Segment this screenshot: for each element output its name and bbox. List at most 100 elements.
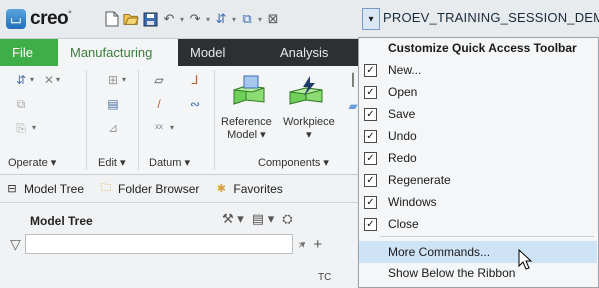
show-icon[interactable]: ▤ ▾ xyxy=(252,211,274,227)
dropdown-arrow-icon[interactable]: ▾ xyxy=(30,75,34,84)
search-input[interactable] xyxy=(24,234,293,254)
csys-icon[interactable]: ⅃ xyxy=(186,72,204,88)
menu-item-redo[interactable]: ✓ Redo xyxy=(359,147,597,169)
group-datum[interactable]: Datum ▾ xyxy=(149,156,190,169)
ribbon-tab-bar: File Manufacturing Model Analysis xyxy=(0,39,360,66)
clear-icon[interactable]: × xyxy=(298,238,305,252)
reference-model-icon[interactable] xyxy=(230,74,270,110)
model-tree-title: Model Tree xyxy=(30,214,93,228)
point-icon[interactable]: ˣˣ xyxy=(150,120,168,136)
tab-folder-browser[interactable]: 🗀 Folder Browser xyxy=(98,182,200,196)
checkbox[interactable]: ✓ xyxy=(364,129,377,143)
edit-definition-icon[interactable]: ▤ xyxy=(104,96,122,112)
menu-item-show-below-ribbon[interactable]: Show Below the Ribbon xyxy=(359,262,597,284)
regenerate-dropdown-icon[interactable]: ▾ xyxy=(232,15,236,24)
undo-icon[interactable]: ↶ xyxy=(161,11,177,27)
axis-icon[interactable]: / xyxy=(150,96,168,112)
filter-row: ▽ ▾ + xyxy=(10,234,322,254)
menu-item-label: Undo xyxy=(388,129,417,143)
checkbox[interactable]: ✓ xyxy=(364,173,377,187)
checkbox[interactable]: ✓ xyxy=(364,151,377,165)
menu-item-undo[interactable]: ✓ Undo xyxy=(359,125,597,147)
filter-icon: ▽ xyxy=(10,235,21,252)
copy-icon[interactable]: ⧉ xyxy=(12,96,30,112)
menu-item-label: Show Below the Ribbon xyxy=(388,266,516,280)
regenerate-icon[interactable]: ⇵ xyxy=(12,72,30,88)
model-tree-icon: ⊟ xyxy=(7,183,17,195)
ribbon-panel: ⇵ ▾ ✕ ▾ ⧉ ⎘ ▾ Operate ▾ ⊞ ▾ ▤ ⊿ Edit ▾ ▱… xyxy=(0,66,360,175)
new-icon[interactable] xyxy=(104,11,120,27)
tab-analysis[interactable]: Analysis xyxy=(268,39,340,66)
windows-dropdown-icon[interactable]: ▾ xyxy=(258,15,262,24)
model-tree-toolbar: ⚒ ▾ ▤ ▾ ⛭ xyxy=(222,211,293,227)
creo-logo-icon: ⌴ xyxy=(6,9,26,29)
column-header: TC xyxy=(318,272,332,283)
customize-qat-button[interactable]: ▾ xyxy=(362,8,380,30)
menu-item-label: New... xyxy=(388,63,422,77)
group-components[interactable]: Components ▾ xyxy=(258,156,329,169)
open-icon[interactable] xyxy=(123,11,139,27)
menu-item-label: Save xyxy=(388,107,416,121)
sketch-icon[interactable]: ∾ xyxy=(186,96,204,112)
tab-model[interactable]: Model xyxy=(178,39,268,66)
chevron-down-icon: ▾ xyxy=(368,13,374,25)
tab-model-tree[interactable]: ⊟ Model Tree xyxy=(4,182,84,196)
menu-item-save[interactable]: ✓ Save xyxy=(359,103,597,125)
workpiece-button[interactable]: Workpiece ▾ xyxy=(283,116,335,141)
pattern-icon[interactable]: ⊞ xyxy=(104,72,122,88)
add-icon[interactable]: + xyxy=(313,236,322,253)
windows-icon[interactable]: ⧉ xyxy=(239,11,255,27)
redo-icon[interactable]: ↷ xyxy=(187,11,203,27)
menu-item-label: More Commands... xyxy=(388,245,491,259)
menu-item-windows[interactable]: ✓ Windows xyxy=(359,191,597,213)
menu-item-label: Windows xyxy=(388,195,437,209)
checkbox[interactable]: ✓ xyxy=(364,195,377,209)
undo-dropdown-icon[interactable]: ▾ xyxy=(180,15,184,24)
plane-icon[interactable]: ▱ xyxy=(150,72,168,88)
dropdown-arrow-icon[interactable]: ▾ xyxy=(32,123,36,132)
workpiece-label: Workpiece xyxy=(283,116,335,128)
dropdown-arrow-icon[interactable]: ▾ xyxy=(283,128,335,141)
group-edit-label: Edit xyxy=(98,157,117,169)
group-operate[interactable]: Operate ▾ xyxy=(8,156,56,169)
group-divider xyxy=(86,70,87,170)
menu-item-close[interactable]: ✓ Close xyxy=(359,213,597,235)
group-divider xyxy=(138,70,139,170)
mouse-pointer-icon xyxy=(518,248,533,274)
group-operate-label: Operate xyxy=(8,157,48,169)
menu-item-more-commands[interactable]: More Commands... xyxy=(359,241,597,263)
reference-model-button[interactable]: Reference Model ▾ xyxy=(221,116,272,141)
checkbox[interactable]: ✓ xyxy=(364,85,377,99)
mirror-icon[interactable]: ⊿ xyxy=(104,120,122,136)
redo-dropdown-icon[interactable]: ▾ xyxy=(206,15,210,24)
group-edit[interactable]: Edit ▾ xyxy=(98,156,126,169)
tools-icon[interactable]: ⚒ ▾ xyxy=(222,211,244,227)
regenerate-icon[interactable]: ⇵ xyxy=(213,11,229,27)
menu-item-label: Close xyxy=(388,217,419,231)
tab-manufacturing[interactable]: Manufacturing xyxy=(58,39,178,66)
close-icon[interactable]: ⊠ xyxy=(265,11,281,27)
logo-text: creo xyxy=(30,8,69,29)
reference-model-label-2: Model xyxy=(227,129,258,141)
menu-title: Customize Quick Access Toolbar xyxy=(388,41,577,55)
tab-favorites-label: Favorites xyxy=(233,181,283,196)
tab-model-tree-label: Model Tree xyxy=(24,181,85,196)
checkbox[interactable]: ✓ xyxy=(364,217,377,231)
save-icon[interactable] xyxy=(142,11,158,27)
menu-divider xyxy=(380,236,594,237)
workpiece-icon[interactable] xyxy=(286,74,326,110)
dropdown-arrow-icon[interactable]: ▾ xyxy=(170,123,174,132)
menu-item-regenerate[interactable]: ✓ Regenerate xyxy=(359,169,597,191)
logo-sup: ° xyxy=(68,8,72,19)
dropdown-arrow-icon[interactable]: ▾ xyxy=(56,75,60,84)
paste-icon[interactable]: ⎘ xyxy=(12,120,30,136)
tab-file[interactable]: File xyxy=(0,39,58,66)
tab-favorites[interactable]: ✱ Favorites xyxy=(213,181,283,196)
group-datum-label: Datum xyxy=(149,157,182,169)
menu-item-new[interactable]: ✓ New... xyxy=(359,59,597,81)
dropdown-arrow-icon[interactable]: ▾ xyxy=(122,75,126,84)
menu-item-open[interactable]: ✓ Open xyxy=(359,81,597,103)
settings-icon[interactable]: ⛭ xyxy=(282,211,292,227)
checkbox[interactable]: ✓ xyxy=(364,63,377,77)
checkbox[interactable]: ✓ xyxy=(364,107,377,121)
